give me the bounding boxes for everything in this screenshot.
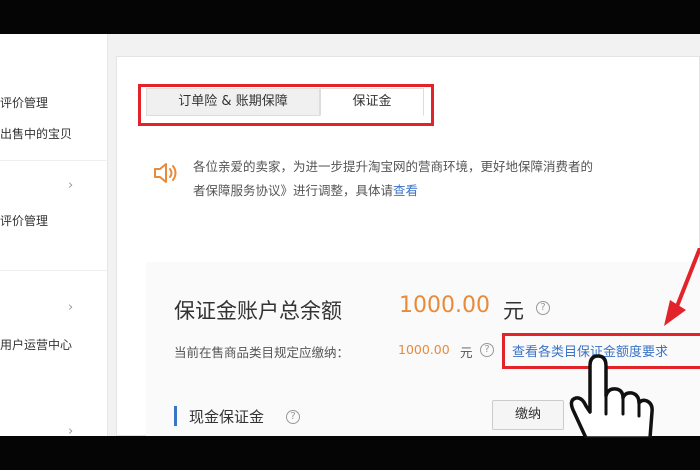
notice-view-link[interactable]: 查看 xyxy=(393,183,418,198)
highlight-box-tabs xyxy=(138,84,434,126)
section-accent-bar xyxy=(174,406,177,426)
help-icon[interactable]: ? xyxy=(480,343,494,357)
notice-text-line1: 各位亲爱的卖家，为进一步提升淘宝网的营商环境，更好地保障消费者的 xyxy=(193,159,594,174)
required-amount: 1000.00 xyxy=(398,342,450,357)
required-label: 当前在售商品类目规定应缴纳： xyxy=(174,345,350,360)
cash-deposit-label: 现金保证金 xyxy=(189,408,265,426)
balance-unit: 元 xyxy=(503,299,524,323)
required-unit: 元 xyxy=(460,345,473,360)
help-icon[interactable]: ? xyxy=(536,301,550,315)
sidebar-item-review-manage[interactable]: 评价管理 xyxy=(0,94,48,111)
sidebar-item-review-manage-2[interactable]: 评价管理 xyxy=(0,212,48,229)
sidebar-item-user-operations[interactable]: 用户运营中心 xyxy=(0,336,72,353)
chevron-right-icon[interactable]: › xyxy=(68,178,73,193)
chevron-right-icon[interactable]: › xyxy=(68,300,73,315)
notice-text-line2-body: 者保障服务协议》进行调整，具体请 xyxy=(193,183,394,198)
sidebar-divider xyxy=(0,160,108,161)
sidebar-item-on-sale[interactable]: 出售中的宝贝 xyxy=(0,125,72,142)
chevron-right-icon[interactable]: › xyxy=(68,424,73,436)
help-icon[interactable]: ? xyxy=(286,410,300,424)
video-letterbox-bottom xyxy=(0,436,700,470)
balance-label: 保证金账户总余额 xyxy=(174,299,342,323)
sidebar: 评价管理 出售中的宝贝 › 评价管理 › 用户运营中心 › xyxy=(0,34,108,436)
annotation-arrow-icon xyxy=(664,248,700,326)
balance-amount: 1000.00 xyxy=(399,293,490,318)
speaker-icon xyxy=(154,163,177,183)
pointer-hand-icon xyxy=(569,354,654,438)
video-letterbox-top xyxy=(0,0,700,34)
sidebar-divider xyxy=(0,270,108,271)
notice-text-line2: 者保障服务协议》进行调整，具体请查看 xyxy=(193,180,418,199)
